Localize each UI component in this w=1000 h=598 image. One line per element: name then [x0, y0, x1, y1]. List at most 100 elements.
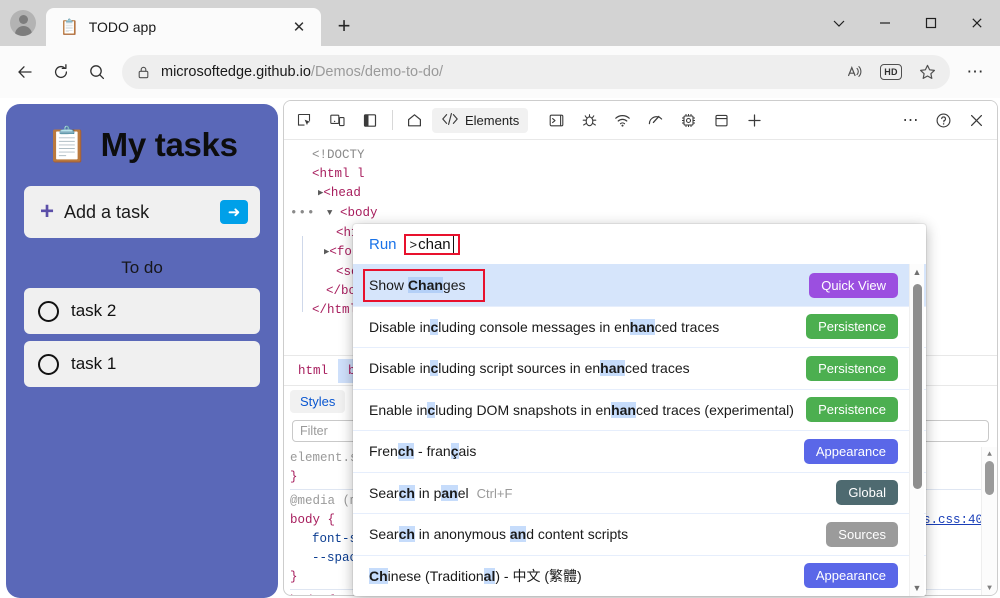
status-badge: Appearance — [804, 439, 898, 464]
page-title: My tasks — [101, 126, 238, 164]
list-item[interactable]: French - français Appearance — [353, 430, 926, 472]
back-icon[interactable] — [8, 55, 42, 89]
command-label-mid: in p — [415, 485, 441, 501]
text-caret — [453, 236, 455, 253]
favorite-star-icon[interactable] — [910, 55, 944, 89]
scroll-up-arrow-icon[interactable]: ▲ — [913, 264, 922, 280]
add-task-input[interactable]: + Add a task ➜ — [24, 186, 260, 238]
collapse-triangle-icon[interactable]: ▼ — [327, 204, 332, 223]
address-bar[interactable]: microsoftedge.github.io/Demos/demo-to-do… — [122, 55, 950, 89]
close-icon[interactable]: ✕ — [287, 15, 311, 39]
console-icon[interactable] — [541, 106, 572, 135]
command-label-suffix: ced traces — [625, 360, 690, 376]
todo-section-heading: To do — [24, 258, 260, 278]
url-path: /Demos/demo-to-do/ — [311, 64, 443, 80]
search-input[interactable]: chan — [418, 236, 451, 253]
command-palette[interactable]: Run > chan Show Changes Quick View Disab… — [353, 224, 926, 596]
command-palette-prefix: Run — [369, 236, 397, 253]
welcome-home-icon[interactable] — [399, 106, 430, 135]
wifi-network-icon[interactable] — [607, 106, 638, 135]
minimize-icon[interactable] — [862, 0, 908, 46]
status-badge: Sources — [826, 522, 898, 547]
browser-settings-icon[interactable]: ⋯ — [958, 55, 992, 89]
scroll-down-arrow-icon[interactable]: ▼ — [913, 580, 922, 596]
list-item[interactable]: Enable including DOM snapshots in enhanc… — [353, 389, 926, 431]
list-item[interactable]: task 1 — [24, 341, 260, 387]
list-item[interactable]: Disable including script sources in enha… — [353, 347, 926, 389]
command-label-match: Ch — [369, 568, 388, 584]
command-palette-results[interactable]: Show Changes Quick View Disable includin… — [353, 264, 926, 596]
search-icon[interactable] — [80, 55, 114, 89]
dom-line[interactable]: <html l — [286, 165, 997, 184]
close-devtools-icon[interactable] — [961, 106, 992, 135]
task-checkbox-icon[interactable] — [38, 301, 59, 322]
list-item[interactable]: task 2 — [24, 288, 260, 334]
command-label-suffix: ced traces — [655, 319, 720, 335]
bug-icon[interactable] — [574, 106, 605, 135]
command-label: Chinese (Traditional) - 中文 (繁體) — [369, 566, 794, 586]
tab-styles[interactable]: Styles — [290, 390, 345, 413]
command-label-suffix: ) - 中文 (繁體) — [495, 568, 581, 584]
command-palette-scrollbar[interactable]: ▲ ▼ — [909, 264, 924, 596]
refresh-icon[interactable] — [44, 55, 78, 89]
scroll-up-arrow-icon[interactable]: ▲ — [982, 447, 997, 461]
chevron-down-icon[interactable] — [816, 0, 862, 46]
close-window-icon[interactable] — [954, 0, 1000, 46]
list-item[interactable]: Search in panelCtrl+F Global — [353, 472, 926, 514]
tab-elements[interactable]: Elements — [432, 108, 528, 133]
command-label-prefix: Enable in — [369, 402, 427, 418]
todo-app-viewport: 📋 My tasks + Add a task ➜ To do task 2 t… — [0, 98, 283, 598]
add-panel-icon[interactable] — [739, 106, 770, 135]
lock-icon — [136, 65, 151, 80]
command-label-mid: luding script sources in en — [438, 360, 600, 376]
performance-gauge-icon[interactable] — [640, 106, 671, 135]
command-label: French - français — [369, 443, 794, 459]
read-aloud-icon[interactable] — [838, 55, 872, 89]
command-label-match: ch — [398, 443, 414, 459]
dom-line[interactable]: ••• ▼ <body — [286, 204, 997, 224]
application-panel-icon[interactable] — [706, 106, 737, 135]
profile-button[interactable] — [0, 0, 46, 46]
dock-side-icon[interactable] — [355, 106, 386, 135]
command-label-match2: al — [484, 568, 496, 584]
node-menu-icon[interactable]: ••• — [290, 206, 316, 220]
task-label: task 1 — [71, 354, 116, 374]
submit-arrow-icon[interactable]: ➜ — [220, 200, 248, 224]
command-label-match2: ç — [451, 443, 459, 459]
browser-tab[interactable]: 📋 TODO app ✕ — [46, 8, 321, 46]
dom-line[interactable]: ▶<head — [286, 184, 997, 204]
scrollbar-thumb[interactable] — [985, 461, 994, 495]
styles-scrollbar[interactable]: ▲ ▼ — [981, 447, 997, 595]
command-label-suffix: el — [458, 485, 469, 501]
help-icon[interactable] — [928, 106, 959, 135]
expand-triangle-icon[interactable]: ▶ — [318, 184, 323, 203]
devtools-toolbar: Elements — [284, 101, 997, 140]
command-label-suffix: ais — [459, 443, 477, 459]
list-item[interactable]: Show Changes Quick View — [353, 264, 926, 306]
scrollbar-thumb[interactable] — [913, 284, 922, 489]
list-item[interactable]: Chinese (Traditional) - 中文 (繁體) Appearan… — [353, 555, 926, 597]
list-item[interactable]: Disable including console messages in en… — [353, 306, 926, 348]
command-palette-input-row[interactable]: Run > chan — [353, 224, 926, 264]
todo-card: 📋 My tasks + Add a task ➜ To do task 2 t… — [6, 104, 278, 598]
task-checkbox-icon[interactable] — [38, 354, 59, 375]
more-tools-icon[interactable]: ⋯ — [895, 106, 926, 135]
list-item[interactable]: Search in anonymous and content scripts … — [353, 513, 926, 555]
command-label: Search in anonymous and content scripts — [369, 526, 816, 542]
inspect-element-icon[interactable] — [289, 106, 320, 135]
scrollbar-track[interactable] — [910, 280, 924, 580]
command-label-match: Chan — [408, 277, 443, 293]
command-palette-chevron: > — [410, 237, 418, 252]
command-label-mid: - fran — [414, 443, 451, 459]
status-badge: Appearance — [804, 563, 898, 588]
maximize-icon[interactable] — [908, 0, 954, 46]
memory-chip-icon[interactable] — [673, 106, 704, 135]
command-label-prefix: Disable in — [369, 360, 430, 376]
new-tab-button[interactable]: + — [327, 9, 361, 43]
expand-triangle-icon[interactable]: ▶ — [324, 243, 329, 262]
device-emulation-icon[interactable] — [322, 106, 353, 135]
dom-line[interactable]: <!DOCTY — [286, 146, 997, 165]
hd-badge-icon[interactable]: HD — [874, 55, 908, 89]
scroll-down-arrow-icon[interactable]: ▼ — [982, 581, 997, 595]
breadcrumb-item-html[interactable]: html — [288, 359, 338, 383]
